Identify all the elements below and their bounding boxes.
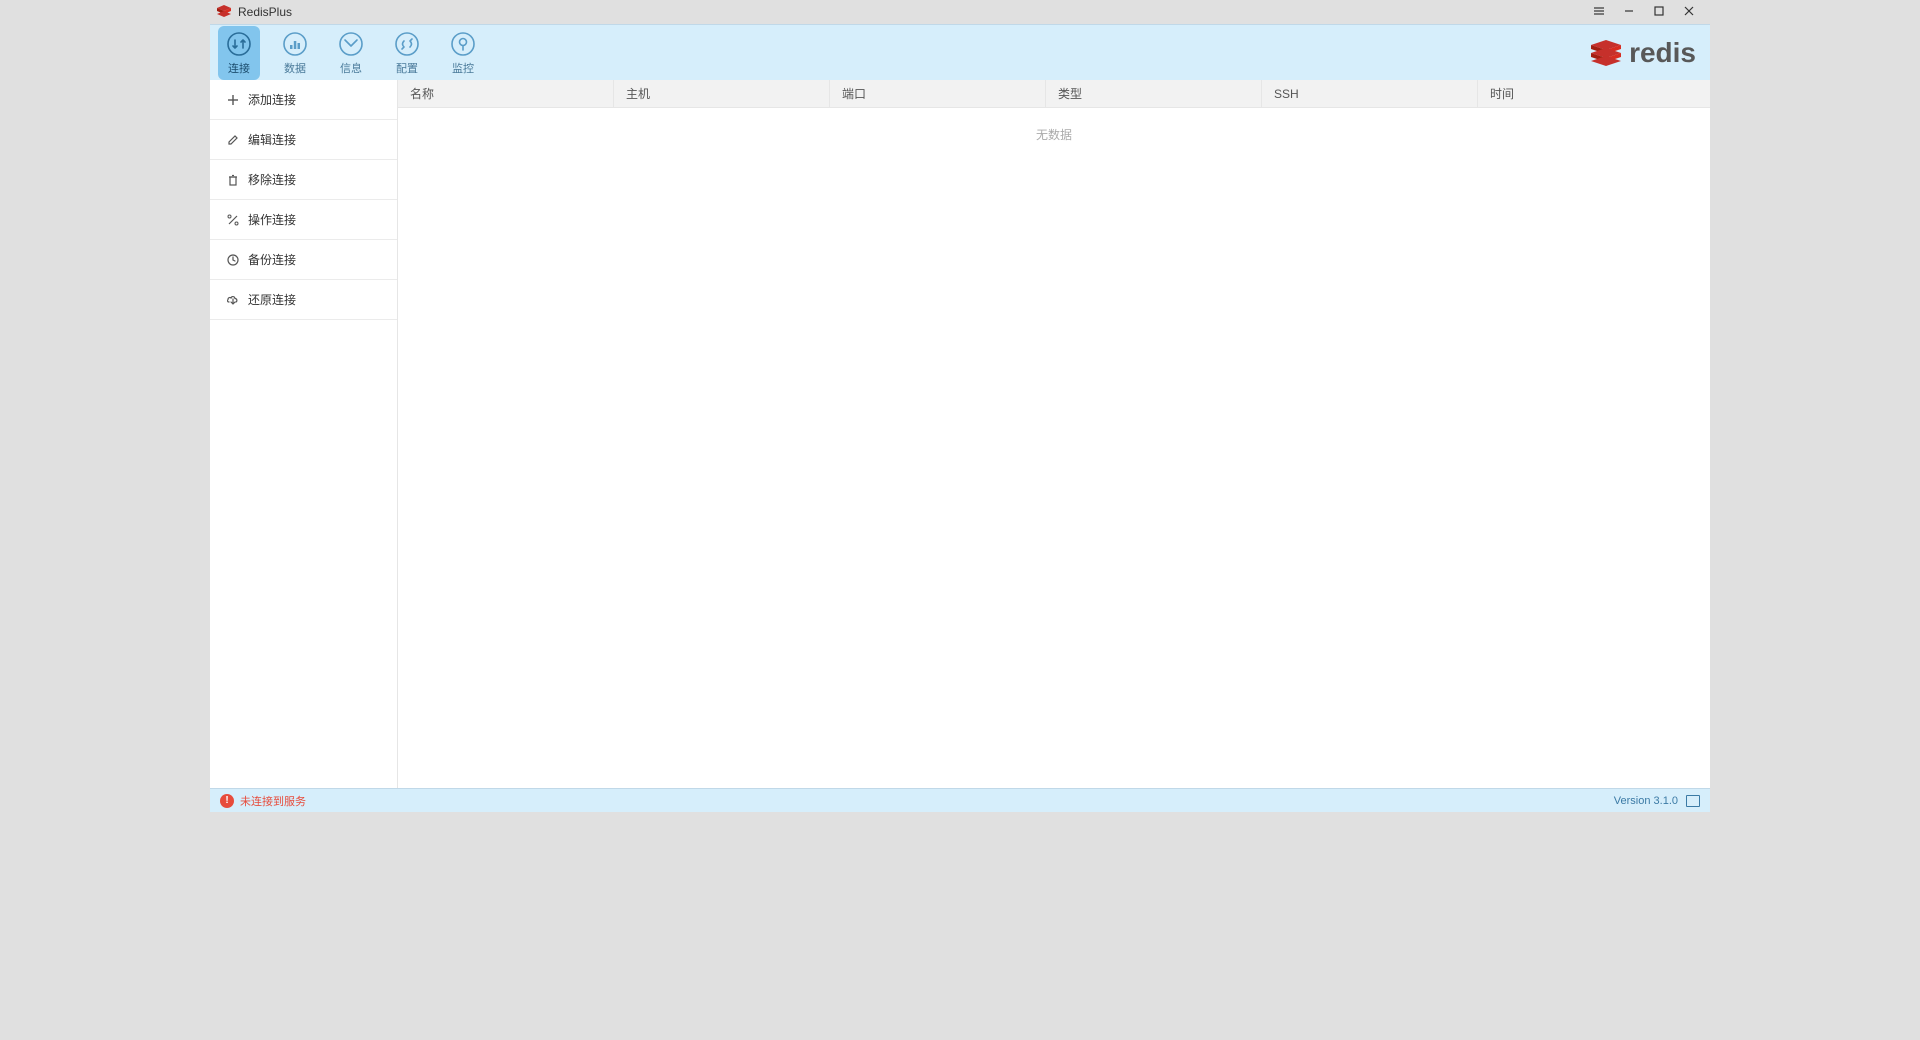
sidebar-item-backup[interactable]: 备份连接 [210,240,397,280]
table-column-name[interactable]: 名称 [398,80,614,107]
version-text: Version 3.1.0 [1614,795,1678,807]
redis-brand: redis [1589,37,1696,69]
toolbar-label: 监控 [452,60,474,76]
table-column-ssh[interactable]: SSH [1262,80,1478,107]
cloud-download-icon [226,293,240,307]
toolbar-label: 信息 [340,60,362,76]
toolbar-items: 连接 数据 [218,26,484,80]
sidebar-item-edit[interactable]: 编辑连接 [210,120,397,160]
status-bar: ! 未连接到服务 Version 3.1.0 [210,788,1710,812]
main: 名称 主机 端口 类型 SSH 时间 无数据 [398,80,1710,788]
title-left: RedisPlus [216,4,292,20]
app-window: RedisPlus [210,0,1710,812]
table-body: 无数据 [398,108,1710,788]
sidebar-item-label: 操作连接 [248,211,296,228]
table-column-host[interactable]: 主机 [614,80,830,107]
toolbar-item-monitor[interactable]: 监控 [442,26,484,80]
connect-icon [225,30,253,58]
status-right: Version 3.1.0 [1614,795,1700,807]
sidebar-item-restore[interactable]: 还原连接 [210,280,397,320]
menu-button[interactable] [1584,0,1614,24]
sidebar-item-label: 编辑连接 [248,131,296,148]
fullscreen-icon[interactable] [1686,795,1700,807]
toolbar-label: 数据 [284,60,306,76]
app-logo-icon [216,4,232,20]
config-icon [393,30,421,58]
sidebar-item-label: 备份连接 [248,251,296,268]
plus-icon [226,93,240,107]
trash-icon [226,173,240,187]
title-right [1584,0,1704,24]
toolbar-label: 连接 [228,60,250,76]
title-bar: RedisPlus [210,0,1710,24]
minimize-button[interactable] [1614,0,1644,24]
status-left: ! 未连接到服务 [220,793,306,809]
body: 添加连接 编辑连接 移除连接 [210,80,1710,788]
toolbar-right: redis [1589,37,1702,69]
redis-cube-icon [1589,38,1623,68]
maximize-icon [1653,5,1665,20]
toolbar: 连接 数据 [210,24,1710,80]
pencil-icon [226,133,240,147]
error-icon: ! [220,794,234,808]
data-icon [281,30,309,58]
sidebar-item-label: 还原连接 [248,291,296,308]
close-icon [1683,5,1695,20]
monitor-icon [449,30,477,58]
clock-icon [226,253,240,267]
table-header: 名称 主机 端口 类型 SSH 时间 [398,80,1710,108]
maximize-button[interactable] [1644,0,1674,24]
toolbar-item-config[interactable]: 配置 [386,26,428,80]
table-column-type[interactable]: 类型 [1046,80,1262,107]
table-column-port[interactable]: 端口 [830,80,1046,107]
hamburger-icon [1593,5,1605,20]
sidebar-item-label: 添加连接 [248,91,296,108]
toolbar-label: 配置 [396,60,418,76]
info-icon [337,30,365,58]
toolbar-item-info[interactable]: 信息 [330,26,372,80]
empty-placeholder: 无数据 [1036,126,1072,788]
toolbar-item-connect[interactable]: 连接 [218,26,260,80]
sidebar-item-operate[interactable]: 操作连接 [210,200,397,240]
redis-brand-text: redis [1629,37,1696,69]
minimize-icon [1623,5,1635,20]
tools-icon [226,213,240,227]
sidebar: 添加连接 编辑连接 移除连接 [210,80,398,788]
close-button[interactable] [1674,0,1704,24]
table-column-time[interactable]: 时间 [1478,80,1710,107]
app-title: RedisPlus [238,5,292,19]
status-text: 未连接到服务 [240,793,306,809]
sidebar-item-add[interactable]: 添加连接 [210,80,397,120]
sidebar-item-remove[interactable]: 移除连接 [210,160,397,200]
sidebar-item-label: 移除连接 [248,171,296,188]
toolbar-item-data[interactable]: 数据 [274,26,316,80]
